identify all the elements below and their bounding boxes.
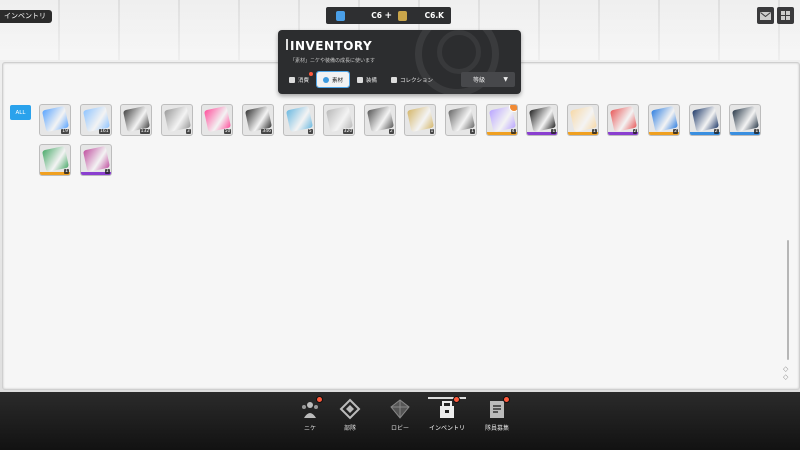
item-count: 1: [470, 129, 475, 134]
item-count: 2: [632, 129, 638, 134]
consumable-icon: [289, 76, 295, 83]
page-title: INVENTORY: [290, 39, 373, 53]
item-black-case[interactable]: 1: [526, 104, 559, 136]
item-count: 19: [61, 129, 69, 134]
top-right-buttons: [757, 7, 794, 24]
mail-button[interactable]: [757, 7, 774, 24]
item-core-drive[interactable]: 3: [160, 104, 193, 136]
menu-grid-icon: [781, 11, 790, 20]
item-battery-module[interactable]: 132: [120, 104, 153, 136]
item-blue-battery[interactable]: 161: [79, 104, 112, 136]
item-count: 132: [139, 129, 151, 134]
item-count: 1: [429, 129, 435, 134]
nav-recruit[interactable]: 隊員募集: [472, 396, 522, 432]
scrollbar[interactable]: [787, 240, 789, 360]
currency-value: C6: [371, 11, 382, 20]
inventory-header: INVENTORY 「素材」ニケや装備の成長に使います 消費 素材 装備 コレクション…: [278, 30, 521, 94]
nav-lobby[interactable]: ロビー: [375, 398, 425, 432]
item-device-box[interactable]: 1: [445, 104, 477, 136]
tab-label: 消費: [298, 77, 310, 84]
sort-label: 等級: [473, 77, 486, 84]
item-gold-plate[interactable]: 1: [404, 104, 437, 136]
item-purple-case[interactable]: 1: [79, 144, 112, 176]
material-icon: [323, 76, 330, 83]
item-count: 1: [591, 129, 597, 134]
currency-bar: C6 + C6.K: [326, 7, 451, 24]
item-data-module[interactable]: 5: [282, 104, 315, 136]
location-label: インベントリ: [0, 10, 52, 23]
item-count: 346: [261, 129, 272, 134]
credit-card-icon: [398, 10, 407, 21]
item-count: 320: [342, 129, 354, 134]
nav-label: 隊員募集: [484, 425, 509, 432]
filter-all-button[interactable]: ALL: [10, 105, 31, 120]
notification-dot: [453, 396, 460, 403]
tab-label: コレクション: [400, 77, 434, 84]
squad-icon: [339, 398, 361, 420]
item-count: 50: [223, 129, 232, 134]
tab-consumable[interactable]: 消費: [283, 72, 315, 87]
item-count: 4: [510, 129, 516, 134]
tab-equipment[interactable]: 装備: [351, 72, 383, 87]
tab-collection[interactable]: コレクション: [385, 72, 439, 87]
currency-gem[interactable]: C6 +: [326, 7, 392, 24]
item-count: 2: [713, 129, 719, 134]
lobby-icon: [389, 398, 411, 420]
nav-label: インベントリ: [428, 425, 465, 432]
item-gift-ticket[interactable]: 1: [566, 104, 599, 136]
tab-label: 装備: [366, 77, 378, 84]
inventory-icon: [436, 396, 460, 420]
item-blue-crystal[interactable]: 19: [39, 104, 71, 136]
nav-label: 部隊: [343, 425, 356, 432]
sort-select[interactable]: 等級 ▼: [461, 72, 515, 87]
item-green-canister[interactable]: 1: [39, 144, 71, 176]
item-count: 1: [104, 169, 110, 174]
item-count: 1: [551, 129, 557, 134]
equipment-icon: [357, 76, 364, 83]
item-count: 2: [673, 129, 678, 134]
nav-inventory[interactable]: インベントリ: [422, 396, 472, 432]
mail-icon: [760, 11, 771, 20]
item-chip-card[interactable]: 2: [363, 104, 396, 136]
item-tablet-dark[interactable]: 1: [729, 104, 762, 136]
item-count: 1: [64, 169, 69, 174]
nikke-icon: [299, 396, 323, 420]
currency-credit[interactable]: C6.K: [388, 7, 450, 24]
decor-ring: [437, 30, 481, 74]
notification-dot: [309, 72, 314, 76]
new-badge: [508, 105, 517, 112]
item-pink-heart[interactable]: 50: [201, 104, 234, 136]
collection-icon: [391, 76, 398, 83]
notification-dot: [316, 396, 323, 403]
nav-label: ロビー: [390, 425, 409, 432]
item-tablet-blue[interactable]: 2: [688, 104, 721, 136]
item-blue-crystal-large[interactable]: 2: [648, 104, 680, 136]
item-count: 1: [754, 129, 760, 134]
category-tabs: 消費 素材 装備 コレクション: [283, 71, 439, 88]
gem-icon: [336, 10, 345, 21]
item-metal-plate[interactable]: 320: [323, 104, 356, 136]
page-subtitle: 「素材」ニケや装備の成長に使います: [290, 58, 376, 64]
chevron-down-icon: ▼: [503, 76, 508, 83]
tab-material[interactable]: 素材: [316, 71, 351, 88]
currency-value: C6.K: [424, 11, 444, 20]
item-circuit-board[interactable]: 346: [242, 104, 274, 136]
item-count: 2: [388, 129, 394, 134]
notification-dot: [503, 396, 510, 403]
tab-label: 素材: [332, 77, 344, 84]
nav-squad[interactable]: 部隊: [325, 398, 375, 432]
recruit-icon: [486, 396, 510, 420]
item-count: 5: [307, 129, 313, 134]
item-holo-card[interactable]: 4: [485, 104, 518, 136]
title-accent: [286, 39, 288, 50]
item-count: 161: [99, 129, 110, 134]
item-red-ticket[interactable]: 2: [607, 104, 640, 136]
item-count: 3: [185, 129, 191, 134]
menu-button[interactable]: [777, 7, 794, 24]
scroll-arrows-icon[interactable]: ◇ ◇: [783, 365, 788, 381]
